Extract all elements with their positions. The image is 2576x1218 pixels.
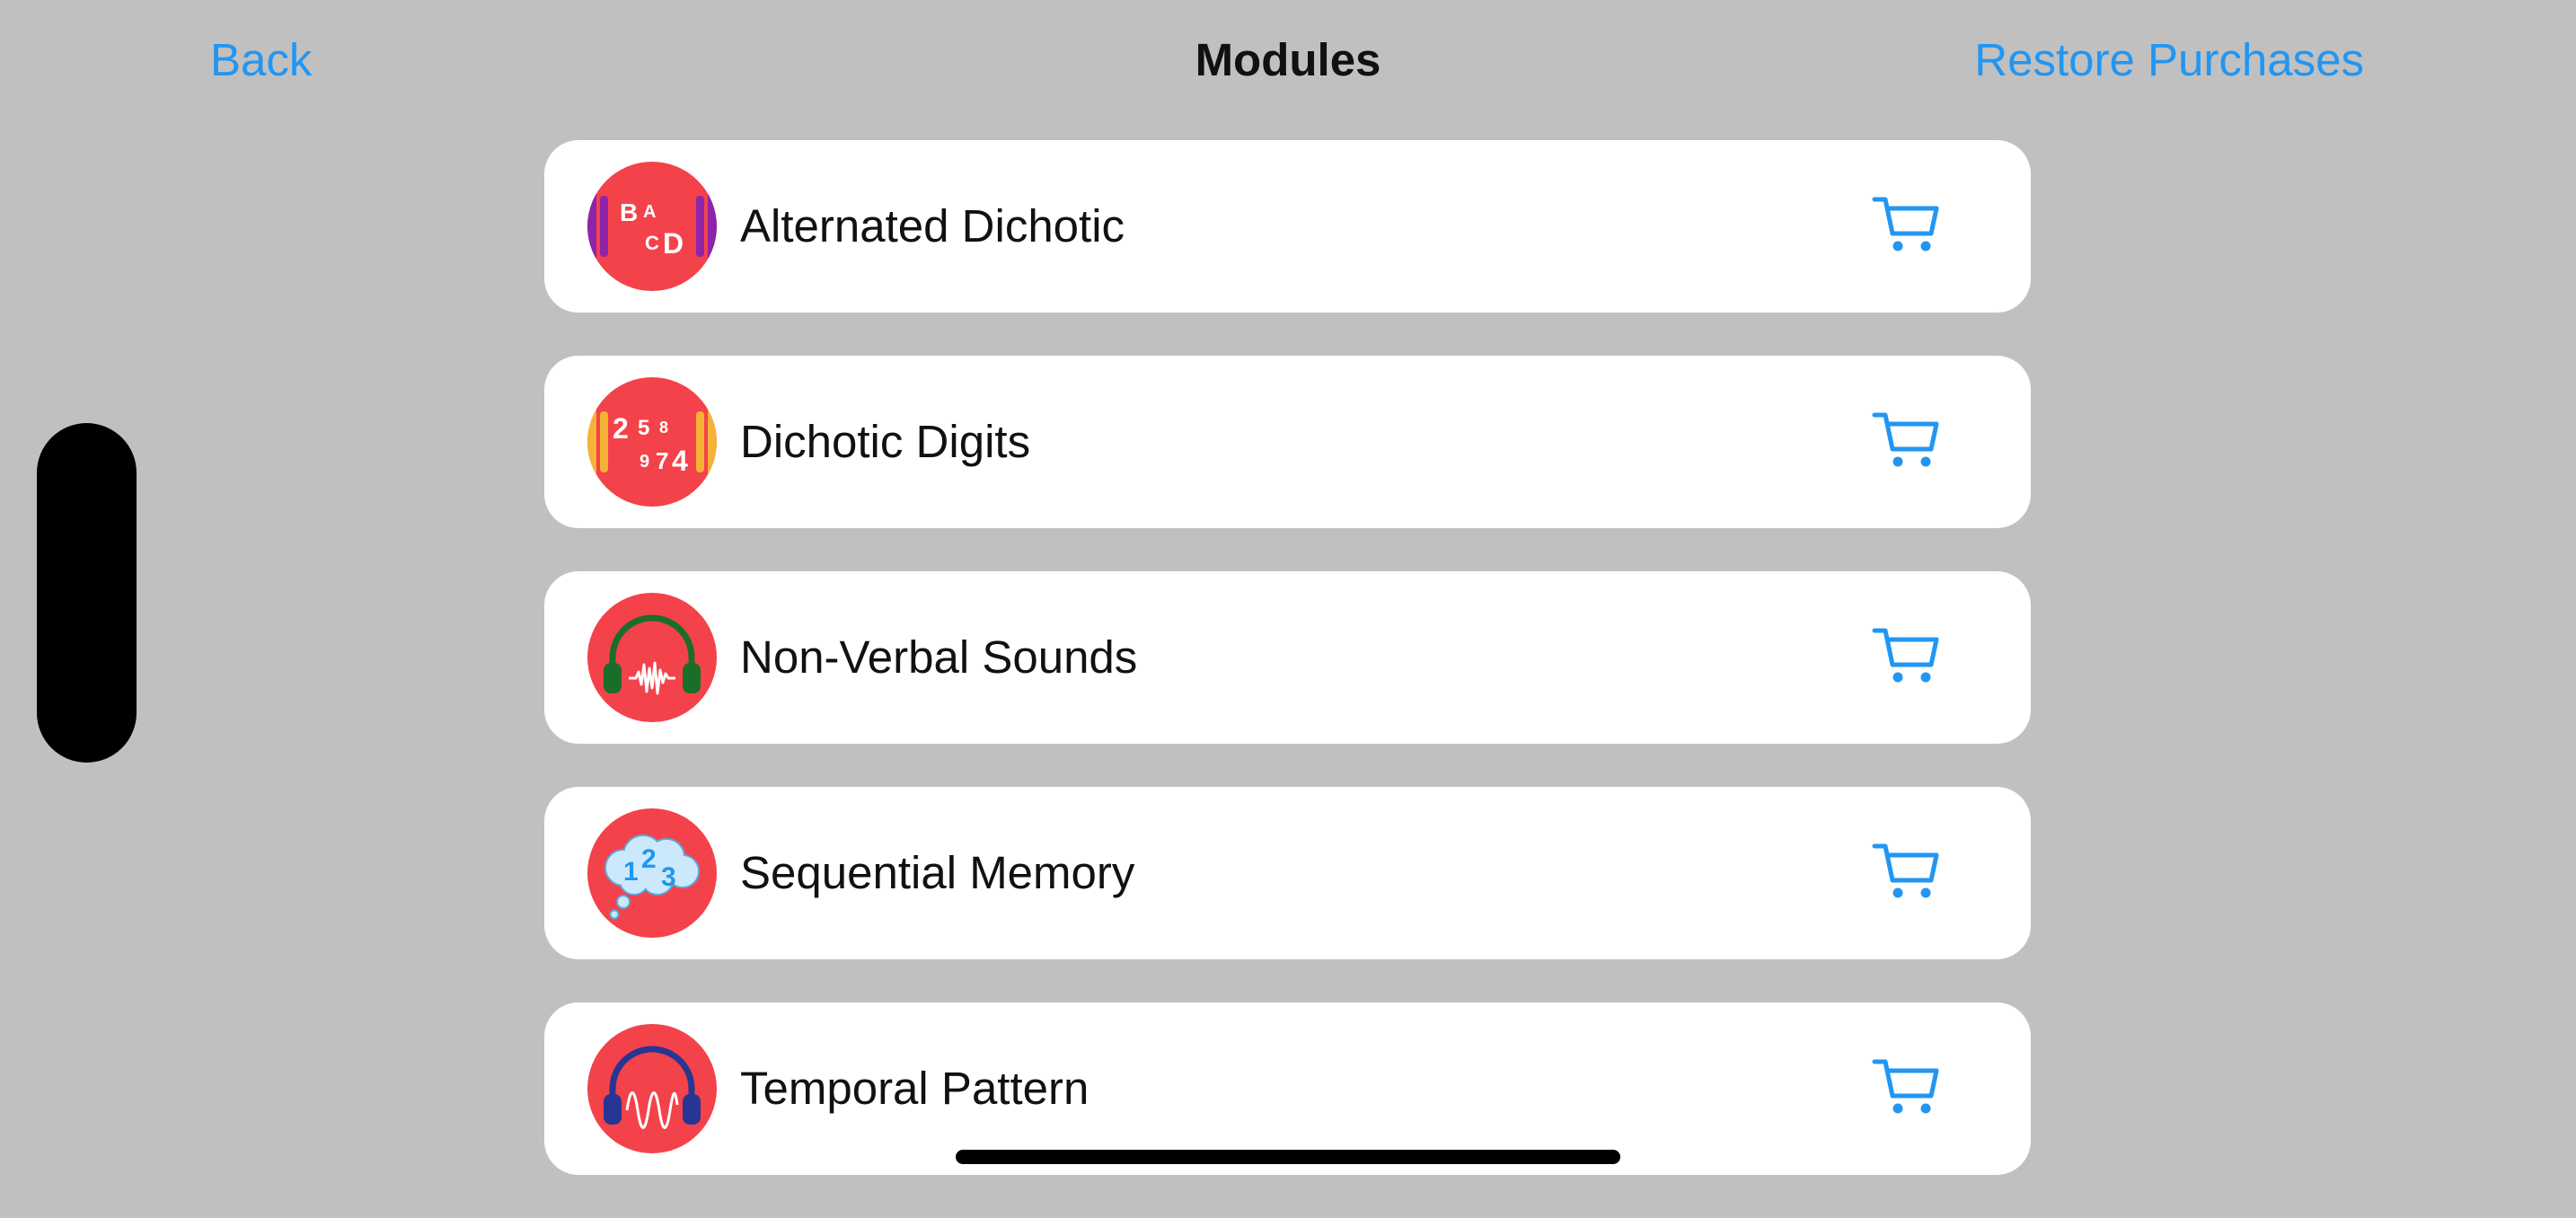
svg-text:2: 2 bbox=[613, 412, 629, 445]
cart-icon[interactable] bbox=[1872, 194, 1940, 255]
cart-icon[interactable] bbox=[1872, 841, 1940, 902]
svg-text:D: D bbox=[663, 227, 684, 260]
module-card-sequential-memory[interactable]: 1 2 3 Sequential Memory bbox=[544, 787, 2031, 959]
thought-cloud-icon: 1 2 3 bbox=[587, 808, 717, 938]
svg-text:4: 4 bbox=[672, 445, 688, 477]
module-label: Dichotic Digits bbox=[740, 416, 1031, 467]
module-card-non-verbal-sounds[interactable]: Non-Verbal Sounds bbox=[544, 571, 2031, 744]
svg-text:B: B bbox=[620, 199, 638, 226]
svg-text:2: 2 bbox=[641, 844, 657, 874]
svg-text:5: 5 bbox=[638, 416, 649, 440]
module-card-alternated-dichotic[interactable]: B A C D Alternated Dichotic bbox=[544, 140, 2031, 313]
svg-text:C: C bbox=[645, 232, 659, 254]
dichotic-digits-icon: 2 5 8 9 7 4 bbox=[587, 377, 717, 507]
svg-text:9: 9 bbox=[640, 452, 649, 472]
module-label: Sequential Memory bbox=[740, 847, 1135, 898]
headphones-sine-wave-icon bbox=[587, 1024, 717, 1153]
svg-text:7: 7 bbox=[656, 447, 668, 474]
module-card-dichotic-digits[interactable]: 2 5 8 9 7 4 Dichotic Digits bbox=[544, 356, 2031, 528]
dynamic-island bbox=[37, 423, 137, 763]
home-indicator[interactable] bbox=[956, 1150, 1620, 1164]
alternated-dichotic-icon: B A C D bbox=[587, 162, 717, 291]
restore-purchases-button[interactable]: Restore Purchases bbox=[1974, 29, 2364, 92]
svg-text:3: 3 bbox=[661, 862, 676, 892]
svg-text:8: 8 bbox=[659, 419, 668, 437]
cart-icon[interactable] bbox=[1872, 1056, 1940, 1117]
cart-icon[interactable] bbox=[1872, 625, 1940, 686]
modules-list: B A C D Alternated Dichotic 2 5 8 9 7 4 … bbox=[544, 140, 2031, 1218]
svg-text:1: 1 bbox=[623, 857, 639, 887]
module-label: Alternated Dichotic bbox=[740, 200, 1125, 252]
cart-icon[interactable] bbox=[1872, 410, 1940, 471]
headphones-waveform-icon bbox=[587, 593, 717, 722]
svg-text:A: A bbox=[643, 202, 656, 222]
module-label: Non-Verbal Sounds bbox=[740, 631, 1138, 683]
